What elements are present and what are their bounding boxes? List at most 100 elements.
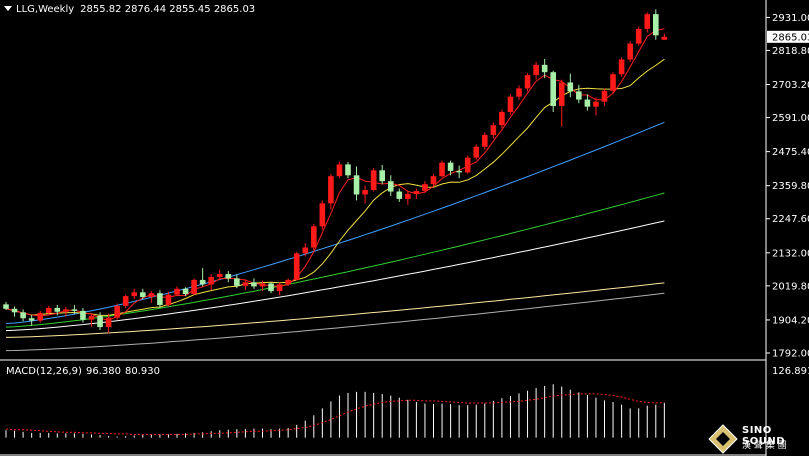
candle: [396, 188, 403, 202]
candle-body: [105, 317, 112, 328]
candle-body: [45, 307, 52, 313]
candle-body: [430, 176, 437, 185]
candle: [208, 274, 214, 291]
y-tick-label: 1904.20: [772, 315, 809, 326]
moving-average-line: [5, 192, 665, 328]
y-tick-label: 2247.60: [772, 214, 809, 225]
candle: [328, 173, 334, 210]
candle-body: [576, 91, 582, 100]
candle: [268, 282, 274, 294]
candle-body: [293, 253, 300, 280]
candle: [387, 175, 394, 196]
moving-average-line: [5, 58, 665, 316]
candle-body: [165, 294, 172, 305]
candle: [28, 314, 35, 326]
candle: [225, 271, 232, 283]
candle: [439, 160, 445, 178]
candle-body: [268, 283, 274, 292]
candle-body: [379, 170, 385, 182]
candle: [464, 155, 471, 174]
candle: [336, 162, 343, 179]
candle-body: [140, 292, 146, 298]
candle-body: [558, 82, 565, 107]
candle: [20, 309, 26, 322]
macd-signal-line: [5, 393, 665, 435]
candle: [584, 94, 591, 111]
candle: [319, 200, 326, 230]
macd-main-value: 96.380: [85, 366, 121, 377]
y-tick-label: 2591.00: [772, 113, 809, 124]
candle-body: [345, 164, 351, 176]
y-tick-label: 2359.80: [772, 181, 809, 192]
ohlc-high: 2876.44: [124, 4, 167, 15]
candle-body: [516, 88, 522, 97]
candle-body: [208, 276, 214, 285]
candle: [490, 122, 497, 139]
candle-body: [422, 184, 428, 191]
brand-tagline: 漢 聲 集 團: [742, 441, 787, 451]
moving-average-line: [5, 282, 665, 338]
candle-body: [242, 282, 249, 286]
candle-body: [3, 304, 9, 309]
candle-body: [285, 279, 291, 285]
candle-body: [533, 64, 539, 76]
candle: [131, 288, 138, 300]
candle: [3, 302, 9, 310]
candle-body: [567, 82, 574, 92]
candle-body: [507, 96, 514, 112]
candle: [37, 310, 43, 323]
candle: [567, 73, 574, 98]
candle: [473, 144, 480, 160]
candle: [533, 61, 539, 80]
candle-body: [413, 190, 420, 194]
brand-logo: SINO SOUND 漢 聲 集 團: [708, 422, 809, 456]
price-chart[interactable]: 126.891 1792.00 1904.20 2019.80 2132.00 2247…: [0, 0, 809, 456]
candle-body: [499, 111, 505, 126]
candle-body: [396, 191, 403, 199]
candle-body: [11, 308, 18, 313]
candle-body: [114, 305, 120, 318]
y-tick-label: 2818.80: [772, 46, 809, 57]
candle-body: [644, 14, 651, 29]
candle: [362, 185, 368, 204]
candle-body: [482, 134, 488, 147]
candlestick-series: [3, 9, 668, 333]
candle-body: [182, 288, 189, 295]
candle: [516, 85, 522, 101]
candle: [610, 72, 616, 93]
candle-body: [601, 90, 608, 102]
candle-body: [464, 157, 471, 173]
candle-body: [456, 170, 462, 173]
candle-body: [311, 226, 317, 248]
moving-averages: [5, 28, 665, 352]
candle-body: [148, 293, 155, 298]
candle: [276, 282, 283, 296]
candle-body: [216, 274, 223, 277]
candle-body: [259, 283, 266, 287]
candle-body: [225, 274, 232, 279]
candle: [11, 306, 18, 317]
candle: [482, 132, 488, 150]
candle-body: [234, 278, 240, 286]
dropdown-arrow-icon[interactable]: [4, 6, 12, 11]
candle: [114, 303, 120, 320]
candle-body: [370, 170, 377, 191]
candle-body: [191, 279, 197, 295]
moving-average-line: [5, 28, 665, 321]
ohlc-low: 2855.45: [169, 4, 211, 15]
candle-body: [610, 74, 616, 91]
price-axis: 1792.00 1904.20 2019.80 2132.00 2247.60 2359.…: [766, 13, 809, 359]
candle: [191, 278, 197, 296]
candle-body: [618, 59, 625, 75]
candle: [507, 94, 514, 115]
y-tick-label: 2703.20: [772, 80, 809, 91]
candle-body: [336, 164, 343, 177]
macd-header: MACD(12,26,9) 96.380 80.930: [6, 366, 164, 377]
candle: [601, 88, 608, 107]
diamond-logo-icon: [708, 424, 738, 454]
candle: [524, 73, 531, 92]
candle: [541, 58, 548, 79]
candle: [413, 188, 420, 199]
y-tick-label: 2132.00: [772, 248, 809, 259]
macd-label: MACD(12,26,9): [6, 366, 82, 377]
